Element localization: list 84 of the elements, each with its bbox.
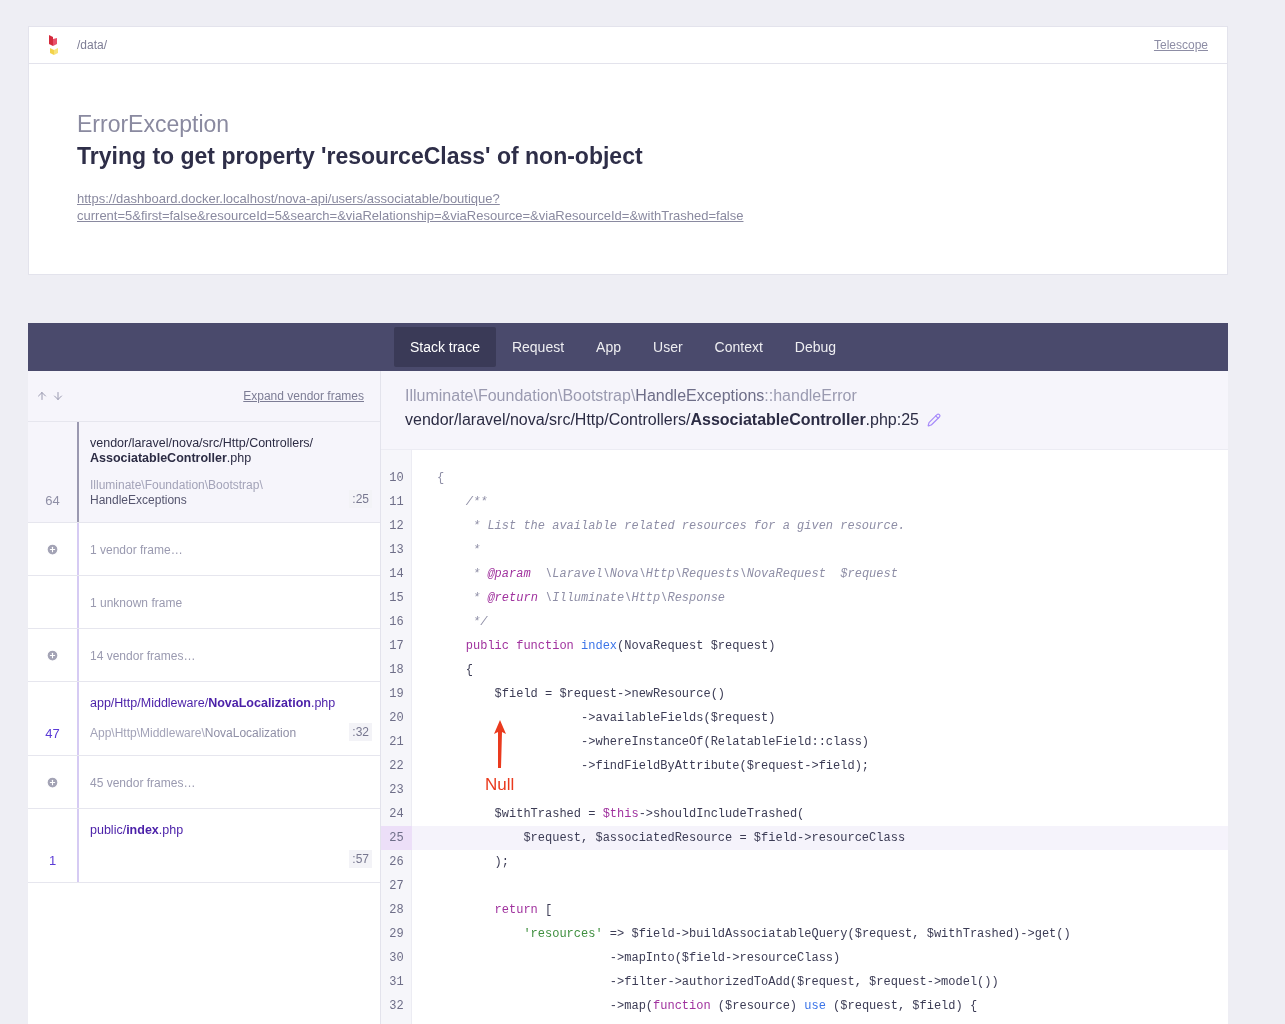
line-number: 24 (388, 806, 405, 823)
line-number: 32 (388, 998, 405, 1015)
code-text: * @return \Illuminate\Http\Response (472, 590, 726, 607)
expand-icon[interactable] (46, 648, 59, 662)
logo-icon (48, 35, 60, 55)
expand-icon[interactable] (46, 542, 59, 556)
frame-class: Illuminate\Foundation\Bootstrap\ HandleExceptions (90, 478, 264, 508)
code-text: ->mapInto($field->resourceClass) (608, 950, 841, 967)
frame-label: 45 vendor frames… (90, 776, 196, 790)
line-number: 11 (388, 494, 405, 511)
tab[interactable]: Context (698, 327, 779, 367)
frame-number: 64 (45, 491, 60, 510)
exception-type: ErrorException (77, 110, 231, 139)
line-number: 30 (388, 950, 405, 967)
line-number: 12 (388, 518, 405, 535)
frame-label: 1 unknown frame (90, 596, 183, 610)
code-text: * @param \Laravel\Nova\Http\Requests\NovaRequest $request (472, 566, 898, 583)
annotation-arrow (492, 720, 507, 768)
line-number: 31 (388, 974, 405, 991)
tab[interactable]: User (637, 327, 699, 367)
tab[interactable]: Stack trace (393, 327, 496, 367)
arrow-up-icon[interactable] (36, 390, 48, 402)
code-text: ); (493, 854, 509, 871)
line-number: 15 (388, 590, 405, 607)
code-text: ->findFieldByAttribute($request->field); (580, 758, 870, 775)
code-text: ->map(function ($resource) use ($request, $field) { (608, 998, 978, 1015)
line-number: 14 (388, 566, 405, 583)
line-number: 29 (388, 926, 405, 943)
code-text: 'resources' => $field->buildAssociatableQuery($request, $withTrashed)->get() (522, 926, 1071, 943)
exception-message: Trying to get property 'resourceClass' of non-object (77, 142, 644, 171)
code-text: $field = $request->newResource() (493, 686, 726, 703)
frame-number: 1 (48, 851, 57, 870)
line-number: 19 (388, 686, 405, 703)
expand-vendor-frames-link[interactable]: Expand vendor frames (243, 387, 364, 405)
frame-file: vendor/laravel/nova/src/Http/Controllers/AssociatableController.php (90, 436, 315, 466)
annotation-label: Null (485, 774, 515, 796)
frame-label: 1 vendor frame… (90, 543, 183, 557)
stack-frame[interactable]: 1 public/index.php :57 (28, 809, 380, 883)
breadcrumb-path: /data/ (77, 37, 108, 54)
code-text: return [ (493, 902, 553, 919)
line-number: 25 (381, 826, 412, 850)
frame-file: public/index.php (90, 823, 185, 838)
tab[interactable]: Debug (778, 327, 853, 367)
code-text: public function index(NovaRequest $request) (464, 638, 776, 655)
code-text: */ (472, 614, 488, 631)
frame-file: app/Http/Middleware/NovaLocalization.php (90, 696, 337, 711)
frame-number: 47 (45, 724, 60, 743)
code-text: ->availableFields($request) (580, 710, 776, 727)
line-number-badge: :32 (349, 723, 372, 741)
code-text: /** (464, 494, 488, 511)
line-number: 26 (388, 854, 405, 871)
line-number: 20 (388, 710, 405, 727)
code-text: { (437, 470, 445, 487)
code-text: ->filter->authorizedToAdd($request, $request->model()) (608, 974, 999, 991)
code-text: * (472, 542, 481, 559)
tab[interactable]: App (580, 327, 637, 367)
code-text: $withTrashed = $this->shouldIncludeTrashed( (493, 806, 805, 823)
line-number: 18 (388, 662, 405, 679)
line-number: 16 (388, 614, 405, 631)
line-number: 21 (388, 734, 405, 751)
frame-label: 14 vendor frames… (90, 649, 196, 663)
code-text: * List the available related resources for a given resource. (472, 518, 906, 535)
stack-frame[interactable]: 64 vendor/laravel/nova/src/Http/Controllers/AssociatableController.php Illuminate\Foundation\Bootstrap\ HandleExceptions :25 (28, 422, 380, 523)
frame-class: App\Http\Middleware\NovaLocalization (90, 726, 297, 741)
line-number: 23 (388, 782, 405, 799)
expand-icon[interactable] (46, 775, 59, 789)
line-number: 13 (388, 542, 405, 559)
edit-icon[interactable] (927, 413, 941, 427)
line-number: 17 (388, 638, 405, 655)
stack-frame[interactable]: 47 app/Http/Middleware/NovaLocalization.php App\Http\Middleware\NovaLocalization :32 (28, 682, 380, 756)
source-file: vendor/laravel/nova/src/Http/Controllers/AssociatableController.php:25 (405, 410, 919, 430)
code-text: ->whereInstanceOf(RelatableField::class) (580, 734, 870, 751)
code-text: { (464, 662, 473, 679)
line-number-badge: :57 (349, 850, 372, 868)
line-number: 28 (388, 902, 405, 919)
source-method: Illuminate\Foundation\Bootstrap\HandleExceptions::handleError (405, 386, 858, 406)
arrow-down-icon[interactable] (52, 390, 64, 402)
line-number: 10 (388, 470, 405, 487)
request-url-link[interactable]: https://dashboard.docker.localhost/nova-api/users/associatable/boutique?current=5&first=false&resourceId=5&search=&viaRelationship=&viaResource=&viaResourceId=&withTrashed=false (77, 190, 837, 224)
code-text: $request, $associatedResource = $field->resourceClass (522, 830, 906, 847)
line-number-badge: :25 (349, 490, 372, 508)
line-number: 27 (388, 878, 405, 895)
line-number: 22 (388, 758, 405, 775)
tab[interactable]: Request (495, 327, 581, 367)
